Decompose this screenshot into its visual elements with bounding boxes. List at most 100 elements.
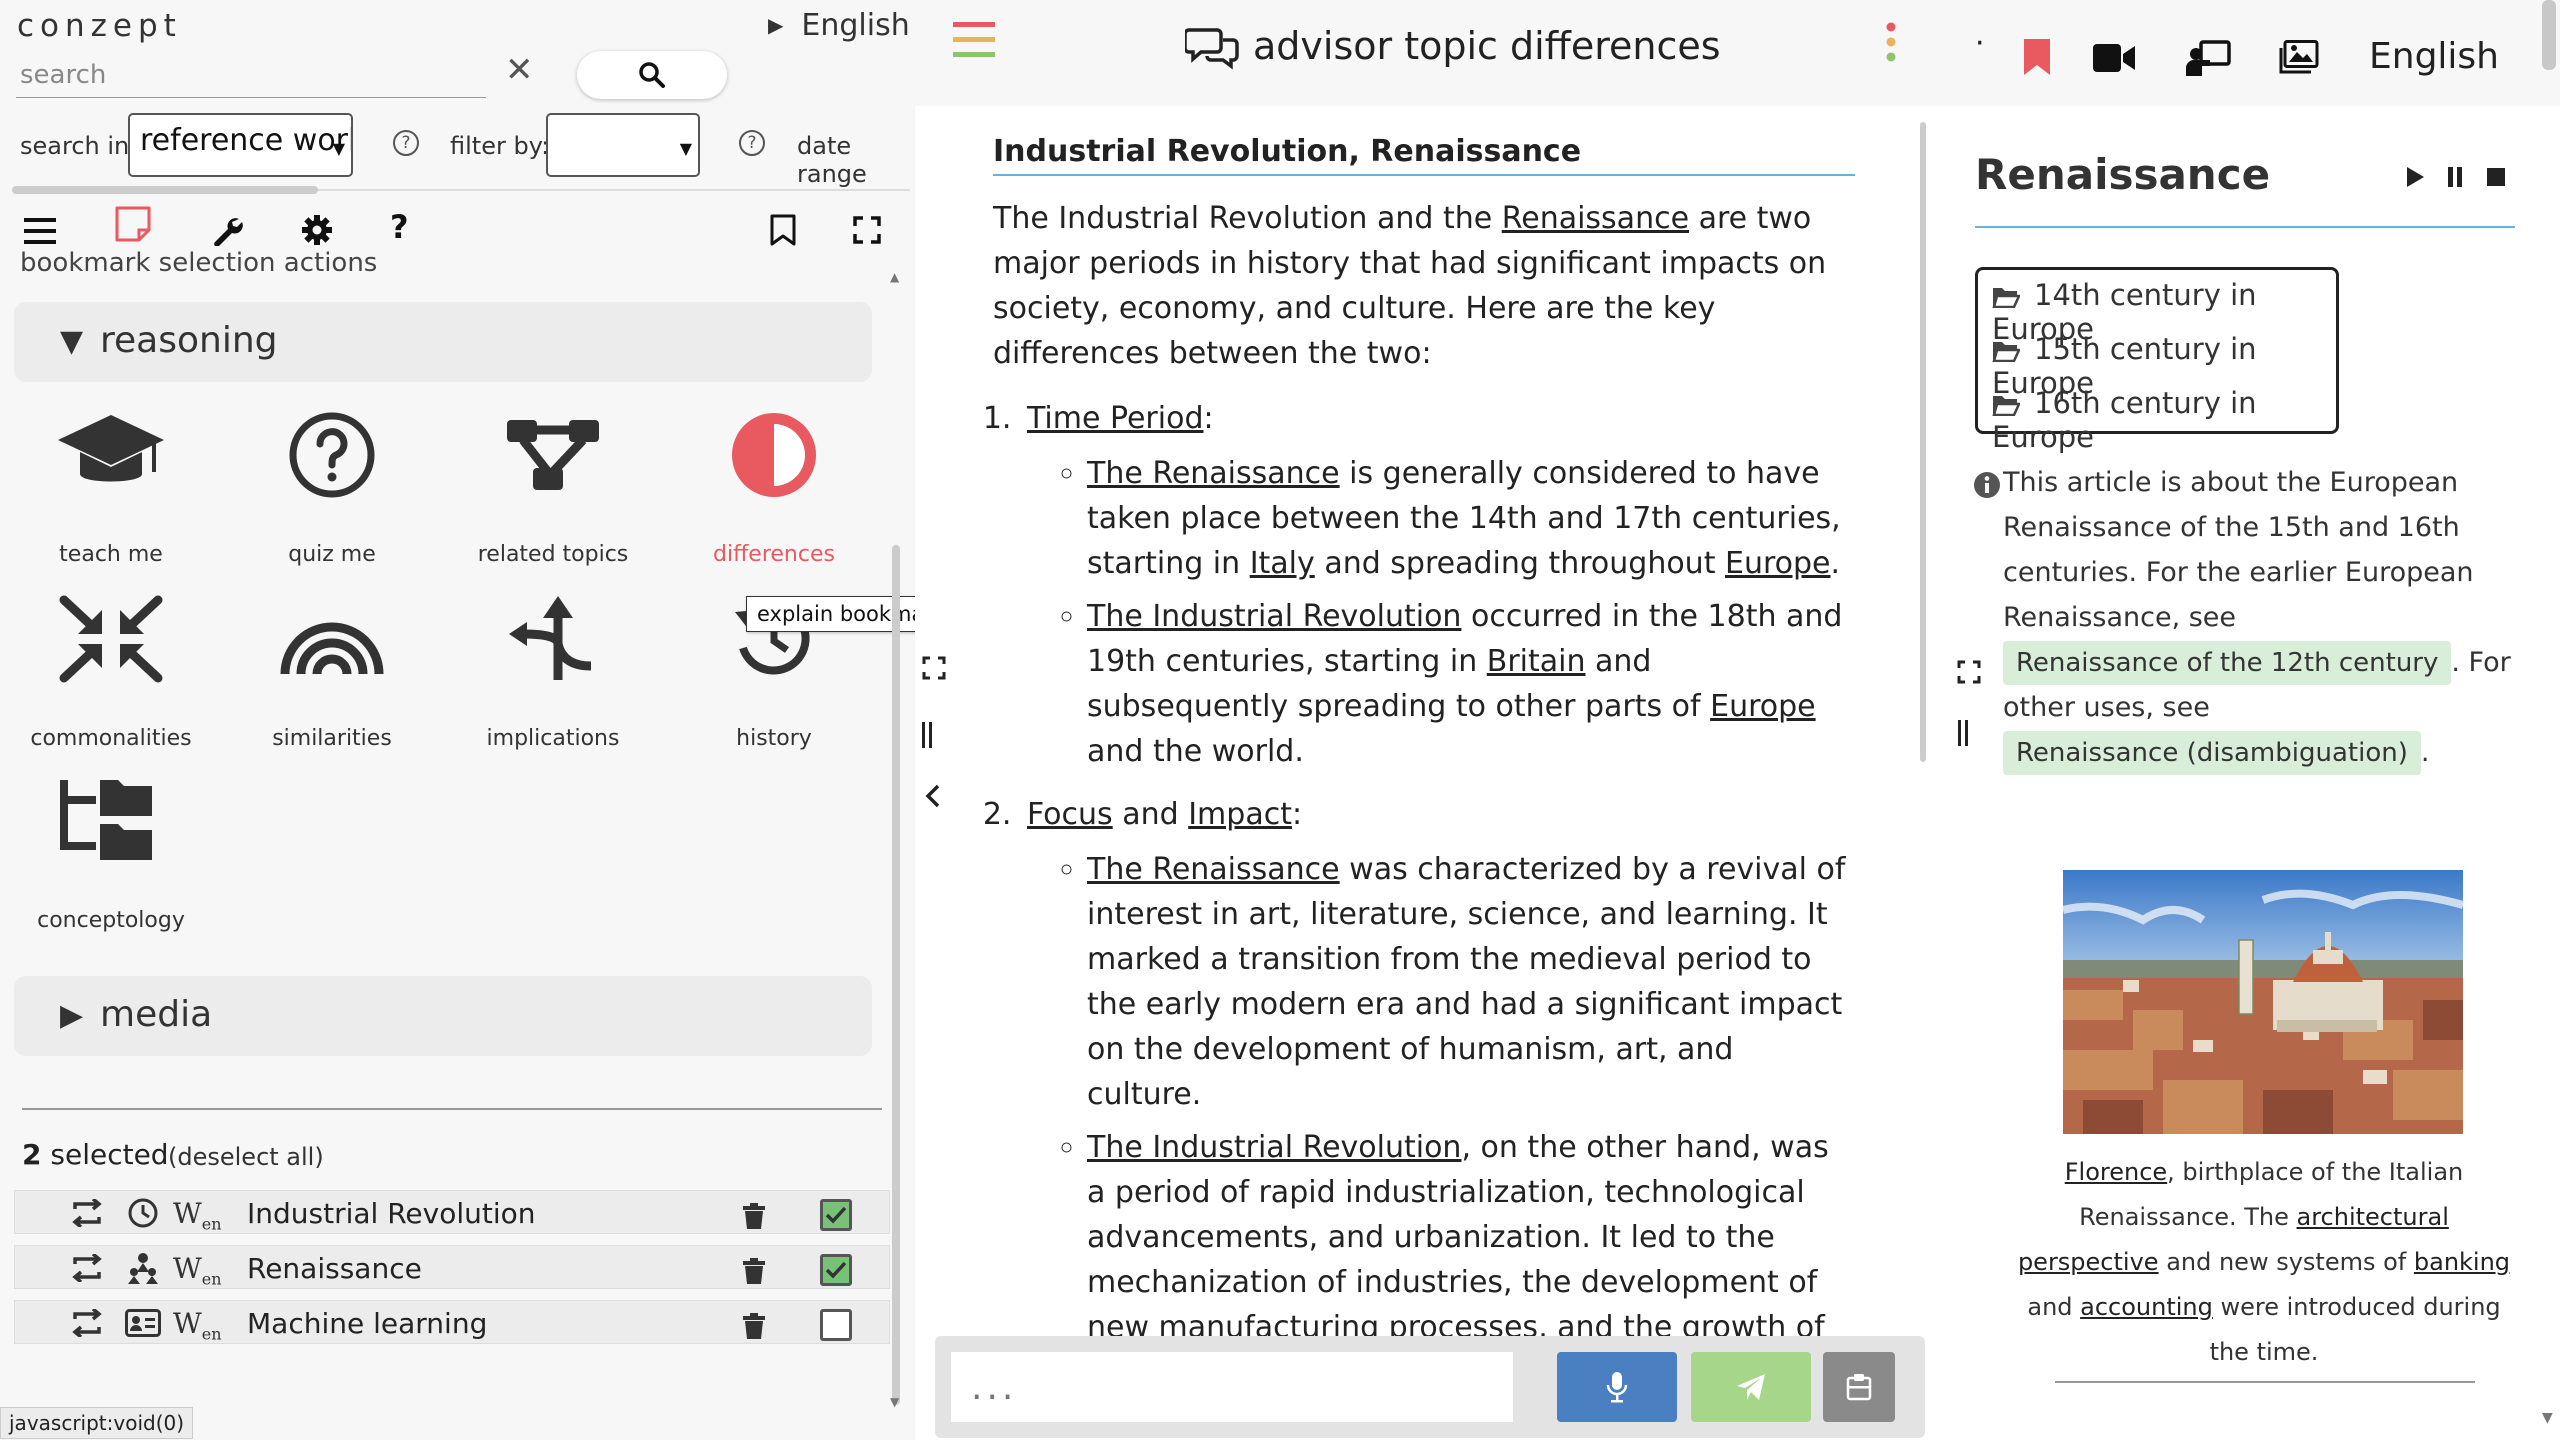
presentation-icon[interactable]	[2185, 40, 2231, 76]
link-banking[interactable]: banking	[2414, 1248, 2510, 1276]
link-europe[interactable]: Europe	[1725, 546, 1831, 581]
status-bar-url: javascript:void(0)	[0, 1407, 194, 1439]
wikipedia-badge[interactable]: Wen	[173, 1197, 222, 1234]
link-florence[interactable]: Florence	[2065, 1158, 2167, 1186]
menu-icon[interactable]	[24, 218, 56, 244]
selection-row[interactable]: Wen Industrial Revolution	[14, 1190, 890, 1234]
clipboard-button[interactable]	[1823, 1352, 1895, 1422]
wikipedia-badge[interactable]: Wen	[173, 1307, 222, 1344]
bookmark-filled-icon[interactable]	[2023, 38, 2051, 76]
tile-differences[interactable]: differences	[664, 410, 884, 590]
trash-icon[interactable]	[743, 1313, 765, 1339]
pause-icon[interactable]	[2447, 167, 2463, 187]
resize-handle-icon[interactable]	[921, 722, 933, 748]
language-selector[interactable]: ▶ English	[768, 8, 910, 43]
scroll-down-arrow-icon[interactable]: ▼	[2542, 1410, 2553, 1426]
selection-checkbox[interactable]	[820, 1254, 852, 1286]
tile-label: implications	[486, 726, 620, 751]
microphone-button[interactable]	[1557, 1352, 1677, 1422]
selection-checkbox[interactable]	[820, 1199, 852, 1231]
search-in-select[interactable]: reference worl ▼	[128, 113, 353, 177]
reasoning-section-header[interactable]: ▼ reasoning	[14, 302, 872, 382]
trash-icon[interactable]	[743, 1203, 765, 1229]
stop-icon[interactable]	[2487, 168, 2505, 186]
vertical-scrollbar[interactable]	[1920, 122, 1926, 762]
folder-open-icon	[1992, 288, 2021, 309]
link-renaissance[interactable]: Renaissance	[1502, 201, 1689, 236]
chevron-left-icon[interactable]	[925, 784, 941, 808]
selection-name[interactable]: Machine learning	[247, 1307, 487, 1340]
section-title: media	[100, 994, 213, 1035]
link-pill-disambiguation[interactable]: Renaissance (disambiguation)	[2003, 731, 2421, 775]
differences-list: Time Period: The Renaissance is generall…	[993, 396, 1855, 1395]
swap-icon[interactable]	[69, 1309, 105, 1337]
help-icon[interactable]: ?	[739, 130, 765, 156]
link-the-renaissance[interactable]: The Renaissance	[1087, 852, 1340, 887]
rainbow-icon	[280, 622, 384, 675]
link-impact[interactable]: Impact	[1188, 797, 1292, 832]
selection-name[interactable]: Industrial Revolution	[247, 1197, 536, 1230]
selection-checkbox[interactable]	[820, 1309, 852, 1341]
play-icon[interactable]	[2405, 166, 2425, 188]
gear-icon[interactable]	[301, 214, 333, 246]
deselect-all-link[interactable]: (deselect all)	[168, 1143, 324, 1171]
media-section-header[interactable]: ▶ media	[14, 976, 872, 1056]
expand-triangle-icon: ▶	[60, 998, 84, 1033]
search-input[interactable]	[16, 52, 486, 98]
video-camera-icon[interactable]	[2093, 44, 2135, 72]
brand-logo[interactable]: conzept	[17, 8, 182, 44]
link-europe[interactable]: Europe	[1710, 689, 1816, 724]
clear-search-icon[interactable]: ✕	[505, 50, 534, 90]
link-britain[interactable]: Britain	[1487, 644, 1586, 679]
link-industrial-revolution[interactable]: The Industrial Revolution	[1087, 1130, 1461, 1165]
tile-teach-me[interactable]: teach me	[1, 410, 221, 590]
bookmark-icon[interactable]	[770, 214, 796, 246]
fullscreen-icon[interactable]	[853, 216, 881, 244]
wikipedia-badge[interactable]: Wen	[173, 1252, 222, 1289]
help-icon[interactable]: ?	[393, 130, 419, 156]
tile-similarities[interactable]: similarities	[222, 594, 442, 774]
categories-box: 14th century in Europe 15th century in E…	[1975, 267, 2339, 454]
link-accounting[interactable]: accounting	[2080, 1293, 2213, 1321]
link-industrial-revolution[interactable]: The Industrial Revolution	[1087, 599, 1461, 634]
horizontal-scrollbar[interactable]	[12, 186, 318, 194]
link-focus[interactable]: Focus	[1027, 797, 1113, 832]
link-the-renaissance[interactable]: The Renaissance	[1087, 456, 1340, 491]
trash-icon[interactable]	[743, 1258, 765, 1284]
link-time-period[interactable]: Time Period	[1027, 401, 1204, 436]
more-options-icon[interactable]	[1885, 22, 1897, 62]
image-icon[interactable]	[2279, 40, 2319, 74]
swap-icon[interactable]	[69, 1199, 105, 1227]
chat-input[interactable]	[951, 1352, 1513, 1422]
tile-implications[interactable]: implications	[443, 594, 663, 774]
language-label[interactable]: English	[2369, 36, 2499, 77]
fullscreen-icon[interactable]	[1957, 660, 1981, 684]
search-button[interactable]	[577, 51, 727, 99]
tile-quiz-me[interactable]: quiz me	[222, 410, 442, 590]
help-question-icon[interactable]: ?	[390, 208, 409, 246]
send-button[interactable]	[1691, 1352, 1811, 1422]
hamburger-menu-icon[interactable]	[953, 20, 995, 60]
link-italy[interactable]: Italy	[1250, 546, 1315, 581]
vertical-scrollbar[interactable]	[2542, 0, 2556, 70]
vertical-scrollbar[interactable]	[892, 545, 900, 1405]
sticky-note-icon[interactable]	[113, 204, 153, 244]
category-link[interactable]: 16th century in Europe	[1992, 386, 2336, 454]
florence-image[interactable]	[2063, 870, 2463, 1134]
selection-row[interactable]: Wen Renaissance	[14, 1245, 890, 1289]
advisor-panel: advisor topic differences Industrial Rev…	[915, 0, 1945, 1440]
selection-name[interactable]: Renaissance	[247, 1252, 422, 1285]
tile-commonalities[interactable]: commonalities	[1, 594, 221, 774]
tile-related-topics[interactable]: related topics	[443, 410, 663, 590]
swap-icon[interactable]	[69, 1254, 105, 1282]
scroll-down-arrow-icon[interactable]: ▼	[890, 1395, 899, 1409]
resize-handle-icon[interactable]	[1957, 720, 1969, 746]
fullscreen-icon[interactable]	[922, 656, 946, 680]
scroll-up-arrow-icon[interactable]: ▲	[890, 270, 899, 284]
selection-row[interactable]: Wen Machine learning	[14, 1300, 890, 1344]
bookmark-actions-label[interactable]: bookmark selection actions	[20, 248, 377, 278]
link-pill-12th-century[interactable]: Renaissance of the 12th century	[2003, 641, 2452, 685]
tile-conceptology[interactable]: conceptology	[1, 776, 221, 956]
filter-by-select[interactable]: ▼	[546, 113, 700, 177]
wrench-icon[interactable]	[212, 214, 244, 246]
